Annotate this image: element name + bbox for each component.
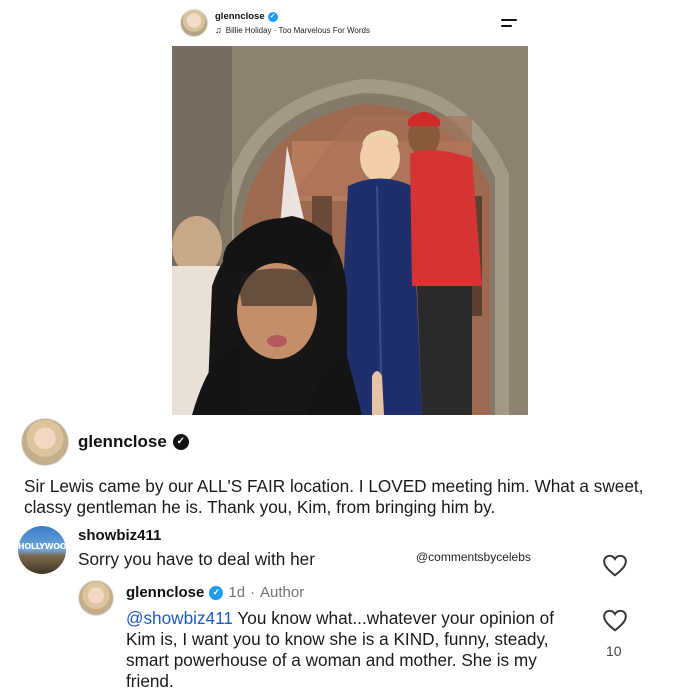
comment-avatar[interactable]: HOLLYWOOD <box>18 526 66 574</box>
heart-icon[interactable] <box>602 608 628 632</box>
music-note-icon: ♫ <box>215 25 222 35</box>
reply-author-username[interactable]: glennclose <box>126 584 204 601</box>
verified-badge-icon: ✓ <box>209 585 224 600</box>
post-photo[interactable] <box>172 46 528 415</box>
caption-author-username[interactable]: glennclose <box>78 432 167 452</box>
reply-mention[interactable]: @showbiz411 <box>126 608 233 628</box>
post-author-avatar[interactable] <box>180 9 208 37</box>
verified-badge-icon: ✓ <box>267 11 278 22</box>
post-music-label[interactable]: Billie Holiday · Too Marvelous For Words <box>226 26 370 35</box>
menu-icon[interactable] <box>501 18 517 28</box>
verified-badge-icon: ✓ <box>172 434 189 450</box>
reply-author-role: Author <box>260 584 305 601</box>
caption-author-avatar[interactable] <box>21 418 69 466</box>
post-header: glennclose ✓ ♫ Billie Holiday · Too Marv… <box>173 6 528 42</box>
comment-avatar-text: HOLLYWOOD <box>18 542 66 551</box>
post-author-username[interactable]: glennclose <box>215 11 265 22</box>
comment-username[interactable]: showbiz411 <box>78 527 161 544</box>
post-author-name-row[interactable]: glennclose ✓ <box>215 11 278 22</box>
heart-icon[interactable] <box>602 553 628 577</box>
reply-author-avatar[interactable] <box>78 580 114 616</box>
post-photo-illustration <box>172 46 528 415</box>
watermark: @commentsbycelebs <box>416 550 531 564</box>
reply-time: 1d <box>228 584 246 601</box>
comment-text: Sorry you have to deal with her <box>78 549 315 569</box>
post-music-row[interactable]: ♫ Billie Holiday · Too Marvelous For Wor… <box>215 25 370 35</box>
reply-text-block: @showbiz411 You know what...whatever you… <box>126 608 586 692</box>
reply-author-name-row[interactable]: glennclose ✓ 1d · Author <box>126 584 304 601</box>
reply-separator: · <box>250 584 256 601</box>
caption-author-name-row[interactable]: glennclose ✓ <box>78 432 189 452</box>
caption-text: Sir Lewis came by our ALL'S FAIR locatio… <box>24 476 644 517</box>
reply-like-count: 10 <box>606 643 622 659</box>
